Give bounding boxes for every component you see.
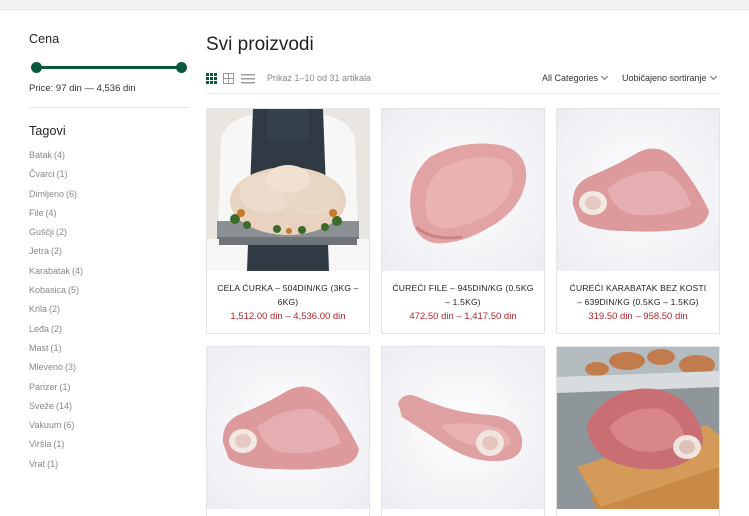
tag-count: (2) xyxy=(51,246,63,257)
product-image[interactable] xyxy=(557,109,719,271)
tag-count: (4) xyxy=(45,207,57,218)
tag-item[interactable]: Mleveno (3) xyxy=(29,361,189,380)
top-bar xyxy=(0,0,749,10)
price-filter-title: Cena xyxy=(29,32,60,46)
tag-item[interactable]: Vrat (1) xyxy=(29,458,189,477)
results-count: Prikaz 1–10 od 31 artikala xyxy=(267,73,372,83)
tag-count: (2) xyxy=(51,323,63,334)
category-dropdown-label: All Categories xyxy=(542,73,599,83)
product-image[interactable] xyxy=(207,109,369,271)
tag-count: (6) xyxy=(63,420,75,431)
tag-name: Sveže xyxy=(29,400,55,411)
tag-item[interactable]: Leđa (2) xyxy=(29,323,189,342)
product-card[interactable]: CELA ĆURKA – 504DIN/KG (3KG – 6KG) 1,512… xyxy=(206,108,370,334)
list-view-icon[interactable] xyxy=(241,73,255,84)
product-price: 319.50 din – 958.50 din xyxy=(588,311,688,322)
tag-item[interactable]: Vakuum (6) xyxy=(29,419,189,438)
tag-count: (2) xyxy=(49,304,61,315)
grid-large-view-icon[interactable] xyxy=(223,73,234,84)
product-name[interactable]: ĆUREĆI FILE – 945DIN/KG (0.5KG – 1.5KG) xyxy=(382,281,544,309)
tag-name: Čvarci xyxy=(29,169,55,180)
tag-name: Leđa xyxy=(29,323,50,334)
tag-name: Jetra xyxy=(29,246,50,257)
tag-name: Batak xyxy=(29,150,53,160)
product-image[interactable] xyxy=(382,347,544,509)
tag-count: (2) xyxy=(56,227,68,238)
tag-name: Guščji xyxy=(29,227,55,238)
sidebar: Cena Price: 97 din — 4,536 din Tagovi Ba… xyxy=(29,32,189,477)
product-price: 1,512.00 din – 4,536.00 din xyxy=(230,311,346,322)
tag-item[interactable]: Jetra (2) xyxy=(29,245,189,264)
chevron-down-icon xyxy=(709,72,717,81)
sort-dropdown[interactable]: Uobičajeno sortiranje xyxy=(622,72,717,83)
tag-name: Vrat xyxy=(29,458,46,469)
tag-name: Krila xyxy=(29,304,48,315)
tag-item[interactable]: Kobasica (5) xyxy=(29,284,189,303)
shop-toolbar: Prikaz 1–10 od 31 artikala All Categorie… xyxy=(206,70,720,94)
tag-count: (1) xyxy=(53,439,65,450)
category-dropdown[interactable]: All Categories xyxy=(542,72,609,83)
price-range-slider[interactable] xyxy=(31,62,187,74)
tag-name: Vakuum xyxy=(29,420,62,431)
sidebar-divider xyxy=(29,107,189,108)
tag-count: (6) xyxy=(66,188,78,199)
product-card[interactable]: ĆUREĆI KARABATAK BEZ KOSTI – 639DIN/KG (… xyxy=(556,108,720,334)
chevron-down-icon xyxy=(600,72,609,81)
tag-name: Kobasica xyxy=(29,285,67,296)
page-title: Svi proizvodi xyxy=(206,34,314,55)
product-image[interactable] xyxy=(207,347,369,509)
tag-count: (1) xyxy=(59,381,71,392)
tag-count: (1) xyxy=(50,342,62,353)
tag-name: Viršla xyxy=(29,439,52,450)
tag-item[interactable]: Mast (1) xyxy=(29,342,189,361)
product-card[interactable] xyxy=(381,346,545,516)
product-image[interactable] xyxy=(557,347,719,509)
tag-count: (5) xyxy=(68,285,80,296)
tag-item[interactable]: Batak (4) xyxy=(29,149,189,168)
price-range-text: Price: 97 din — 4,536 din xyxy=(29,83,136,94)
tag-item[interactable]: File (4) xyxy=(29,207,189,226)
tag-list: Batak (4) Čvarci (1) Dimljeno (6) File (4) G… xyxy=(29,149,189,477)
product-name[interactable]: CELA ĆURKA – 504DIN/KG (3KG – 6KG) xyxy=(207,281,369,309)
tag-item[interactable]: Karabatak (4) xyxy=(29,265,189,284)
tags-title: Tagovi xyxy=(29,124,66,138)
tag-name: Mast xyxy=(29,342,49,353)
tag-item[interactable]: Čvarci (1) xyxy=(29,168,189,187)
tag-item[interactable]: Viršla (1) xyxy=(29,438,189,457)
product-image[interactable] xyxy=(382,109,544,271)
tag-count: (1) xyxy=(56,169,68,180)
tag-name: File xyxy=(29,207,44,218)
product-card[interactable]: ĆUREĆI FILE – 945DIN/KG (0.5KG – 1.5KG) … xyxy=(381,108,545,334)
tag-name: Dimljeno xyxy=(29,188,65,199)
tag-item[interactable]: Guščji (2) xyxy=(29,226,189,245)
tag-name: Parizer xyxy=(29,381,58,392)
tag-item[interactable]: Parizer (1) xyxy=(29,381,189,400)
tag-count: (14) xyxy=(56,400,73,411)
tag-item[interactable]: Dimljeno (6) xyxy=(29,188,189,207)
product-card[interactable] xyxy=(556,346,720,516)
tag-count: (1) xyxy=(47,458,59,469)
tag-item[interactable]: Krila (2) xyxy=(29,303,189,322)
slider-max-handle[interactable] xyxy=(176,62,187,73)
slider-track xyxy=(36,66,182,69)
sort-dropdown-label: Uobičajeno sortiranje xyxy=(622,73,707,83)
grid-small-view-icon[interactable] xyxy=(206,73,217,84)
tag-count: (4) xyxy=(72,265,84,276)
tag-count: (4) xyxy=(54,150,66,160)
tag-item[interactable]: Sveže (14) xyxy=(29,400,189,419)
tag-name: Mleveno xyxy=(29,362,64,373)
tag-count: (3) xyxy=(65,362,77,373)
product-card[interactable] xyxy=(206,346,370,516)
product-price: 472.50 din – 1,417.50 din xyxy=(409,311,517,322)
slider-min-handle[interactable] xyxy=(31,62,42,73)
product-name[interactable]: ĆUREĆI KARABATAK BEZ KOSTI – 639DIN/KG (… xyxy=(557,281,719,309)
tag-name: Karabatak xyxy=(29,265,71,276)
